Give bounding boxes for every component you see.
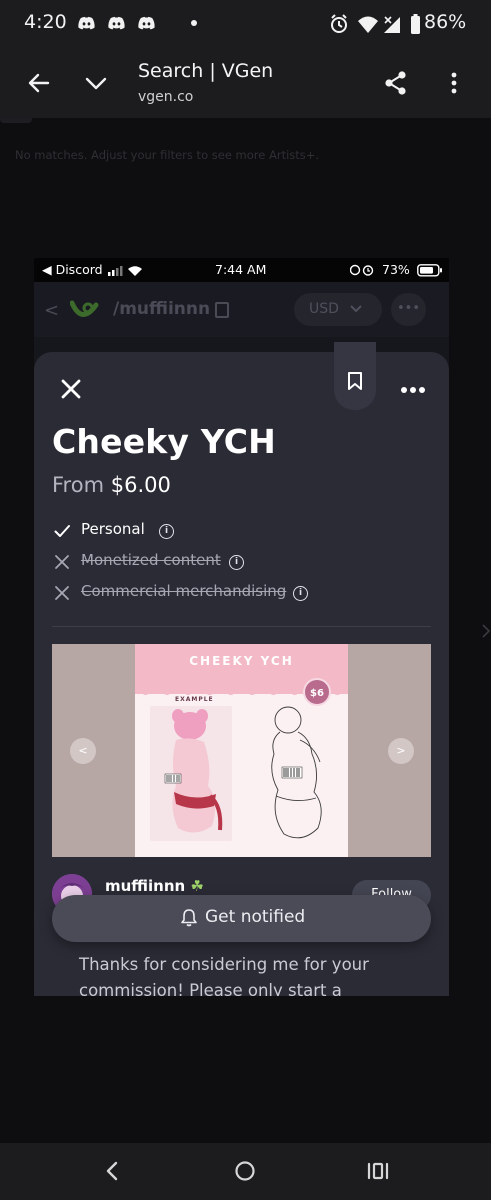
notification-dot-icon — [191, 20, 197, 26]
page-url: vgen.co — [138, 89, 194, 105]
more-horiz-icon[interactable] — [400, 386, 426, 394]
price-prefix: From — [52, 473, 105, 497]
info-icon[interactable]: i — [159, 524, 174, 539]
vgen-logo-icon — [70, 300, 99, 317]
alarm-icon — [331, 14, 347, 33]
divider — [52, 626, 431, 627]
artwork-gallery[interactable]: CHEEKY YCH $6 EXAMPLE < > — [52, 644, 431, 857]
ios-alarm-lock-icon — [350, 264, 374, 276]
copy-icon[interactable] — [215, 302, 229, 318]
wifi-icon — [358, 16, 378, 33]
gallery-next-button[interactable]: > — [388, 738, 414, 764]
page-title: Search | VGen — [138, 60, 274, 82]
license-label: Personal — [81, 520, 145, 538]
chevron-left-icon[interactable]: < — [44, 300, 59, 321]
back-arrow-icon[interactable] — [21, 65, 57, 101]
bookmark-icon — [348, 372, 362, 390]
discord-icon — [138, 16, 155, 30]
signal-icon — [384, 16, 400, 33]
example-label: EXAMPLE — [175, 696, 214, 703]
no-matches-text: No matches. Adjust your filters to see m… — [15, 148, 320, 162]
ios-back-app: ◀ Discord — [42, 262, 103, 277]
base-figure — [271, 706, 322, 839]
discord-icon — [108, 16, 125, 30]
commission-sheet: Cheeky YCH From $6.00 Personal i Monetiz… — [34, 342, 449, 996]
artist-name[interactable]: muffiinnn ☘ — [105, 877, 204, 895]
status-time: 4:20 — [24, 11, 67, 33]
listing-price: From $6.00 — [52, 473, 171, 497]
background-pill — [0, 118, 32, 123]
embedded-screenshot: ◀ Discord 7:44 AM 73% < /muffiinnn USD •… — [34, 258, 449, 996]
ios-status-bar: ◀ Discord 7:44 AM 73% — [34, 258, 449, 282]
get-notified-label: Get notified — [205, 907, 306, 927]
info-icon[interactable]: i — [293, 586, 308, 601]
chevron-down-icon[interactable] — [78, 65, 114, 101]
nav-recents-icon[interactable] — [366, 1160, 390, 1182]
battery-icon — [411, 14, 420, 34]
artist-name-text: muffiinnn — [105, 877, 186, 895]
license-label: Commercial merchandising — [81, 582, 287, 600]
currency-select[interactable]: USD — [294, 293, 382, 326]
system-nav-bar — [0, 1143, 491, 1200]
more-vert-icon[interactable] — [436, 65, 472, 101]
status-icons — [331, 14, 420, 34]
info-icon[interactable]: i — [229, 555, 244, 570]
currency-label: USD — [309, 301, 339, 317]
nav-back-icon[interactable] — [102, 1160, 122, 1182]
bell-icon — [181, 909, 197, 927]
browser-toolbar: Search | VGen vgen.co — [0, 48, 491, 118]
status-bar: 4:20 86% — [0, 0, 491, 48]
artwork-heading: CHEEKY YCH — [189, 654, 294, 668]
ios-battery-percent: 73% — [382, 262, 410, 277]
x-icon — [55, 555, 69, 569]
chevron-right-icon — [482, 624, 490, 638]
example-figure — [164, 709, 223, 833]
close-icon[interactable] — [56, 374, 86, 404]
artwork-image: CHEEKY YCH $6 EXAMPLE — [135, 644, 348, 857]
gallery-prev-button[interactable]: < — [70, 738, 96, 764]
artist-username: /muffiinnn — [113, 299, 211, 319]
discord-icon — [78, 16, 95, 30]
share-icon[interactable] — [378, 65, 414, 101]
listing-description: Thanks for considering me for your commi… — [79, 955, 369, 996]
license-label: Monetized content — [81, 551, 221, 569]
chevron-down-icon — [350, 305, 362, 313]
listing-title: Cheeky YCH — [52, 422, 276, 461]
x-icon — [55, 586, 69, 600]
bookmark-button[interactable] — [334, 342, 376, 410]
vgen-header: < /muffiinnn USD ••• — [34, 282, 449, 337]
get-notified-button[interactable]: Get notified — [52, 895, 431, 942]
check-icon — [54, 525, 70, 537]
price-value: $6.00 — [110, 473, 171, 497]
example-artwork — [150, 706, 232, 841]
ios-signal-wifi-icon — [108, 266, 142, 276]
more-horiz-icon[interactable]: ••• — [391, 293, 426, 326]
nav-home-icon[interactable] — [234, 1160, 256, 1182]
battery-percent: 86% — [424, 11, 467, 33]
badge-icon: ☘ — [190, 877, 204, 895]
screen: 4:20 86% Search | VGen vgen.co No matche… — [0, 0, 491, 1200]
ios-battery-icon — [417, 264, 442, 277]
ios-time: 7:44 AM — [215, 262, 267, 277]
